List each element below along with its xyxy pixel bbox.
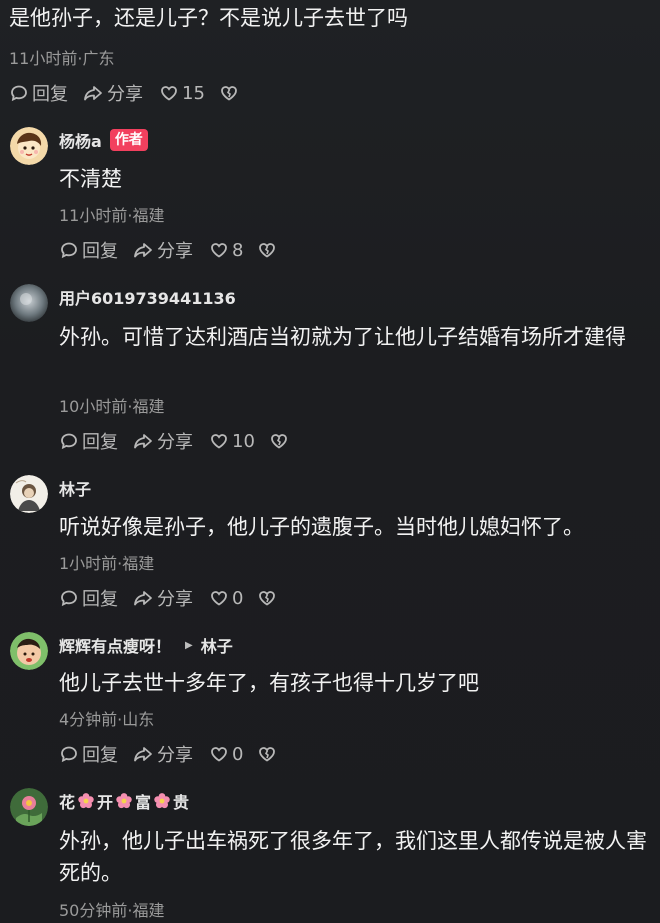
comment-author-row: 花 开 富 贵 [59, 788, 189, 814]
like-count: 15 [182, 82, 205, 104]
comment-meta: 4分钟前·山东 [59, 710, 155, 729]
like-button[interactable]: 8 [209, 240, 243, 261]
broken-heart-icon [221, 86, 237, 101]
comment-meta: 1小时前·福建 [59, 554, 155, 573]
comment-actions: 回复 分享 0 [59, 741, 277, 767]
reply-button[interactable]: 回复 [59, 585, 118, 611]
share-arrow-icon [134, 591, 152, 606]
like-button[interactable]: 0 [209, 744, 243, 765]
share-button[interactable]: 分享 [82, 80, 143, 106]
comment-bubble-icon [61, 746, 77, 763]
share-arrow-icon [134, 243, 152, 258]
avatar[interactable] [10, 788, 48, 826]
author-name-part[interactable]: 开 [97, 789, 113, 813]
pink-flower-icon [78, 793, 94, 809]
comment-bubble-icon [11, 85, 27, 102]
dislike-button[interactable] [257, 240, 277, 260]
reply-label: 回复 [32, 84, 68, 105]
comment-actions: 回复 分享 10 [59, 428, 289, 454]
comment-text: 是他孙子，还是儿子？不是说儿子去世了吗 [9, 6, 408, 30]
author-name-part[interactable]: 富 [135, 789, 151, 813]
comment-bubble-icon [61, 590, 77, 607]
comment-text: 不清楚 [59, 167, 122, 191]
author-name-part[interactable]: 花 [59, 789, 75, 813]
comment-bubble-icon [61, 242, 77, 259]
pink-flower-icon [116, 793, 132, 809]
share-button[interactable]: 分享 [132, 237, 193, 263]
like-count: 8 [232, 239, 244, 261]
heart-icon [211, 747, 227, 762]
like-count: 0 [232, 587, 244, 609]
reply-label: 回复 [82, 241, 118, 262]
avatar[interactable] [10, 475, 48, 513]
heart-icon [161, 86, 177, 101]
author-name[interactable]: 用户6019739441136 [59, 285, 236, 309]
comment-actions: 回复 分享 8 [59, 237, 277, 263]
share-button[interactable]: 分享 [132, 428, 193, 454]
like-button[interactable]: 15 [159, 83, 205, 104]
comment-meta: 50分钟前·福建 [59, 901, 165, 920]
heart-icon [211, 243, 227, 258]
like-count: 10 [232, 430, 255, 452]
comment-bubble-icon [61, 433, 77, 450]
reply-label: 回复 [82, 432, 118, 453]
reply-button[interactable]: 回复 [59, 741, 118, 767]
heart-icon [211, 591, 227, 606]
share-label: 分享 [157, 432, 193, 453]
share-label: 分享 [107, 84, 143, 105]
author-name-part[interactable]: 贵 [173, 789, 189, 813]
broken-heart-icon [271, 434, 287, 449]
comment-text: 听说好像是孙子，他儿子的遗腹子。当时他儿媳妇怀了。 [59, 515, 584, 539]
reply-button[interactable]: 回复 [59, 428, 118, 454]
heart-icon [211, 434, 227, 449]
reply-button[interactable]: 回复 [9, 80, 68, 106]
comment-author-row: 林子 [59, 475, 91, 501]
author-badge: 作者 [109, 129, 148, 151]
pink-flower-icon [154, 793, 170, 809]
comment-author-row: 辉辉有点瘦呀！ ▶ 林子 [59, 632, 233, 658]
dislike-button[interactable] [257, 744, 277, 764]
share-label: 分享 [157, 589, 193, 610]
author-name[interactable]: 林子 [59, 476, 91, 500]
share-label: 分享 [157, 745, 193, 766]
share-button[interactable]: 分享 [132, 585, 193, 611]
share-label: 分享 [157, 241, 193, 262]
like-button[interactable]: 0 [209, 588, 243, 609]
like-button[interactable]: 10 [209, 431, 255, 452]
avatar[interactable] [10, 284, 48, 322]
reply-label: 回复 [82, 745, 118, 766]
share-arrow-icon [134, 747, 152, 762]
reply-to-arrow-icon: ▶ [185, 639, 193, 651]
avatar[interactable] [10, 127, 48, 165]
comment-text: 外孙。可惜了达利酒店当初就为了让他儿子结婚有场所才建得 [59, 325, 626, 349]
share-arrow-icon [84, 86, 102, 101]
author-name[interactable]: 杨杨a [59, 128, 102, 152]
reply-label: 回复 [82, 589, 118, 610]
broken-heart-icon [259, 591, 276, 606]
reply-to-name[interactable]: 林子 [201, 633, 233, 657]
comment-actions: 回复 分享 15 [9, 80, 239, 106]
dislike-button[interactable] [257, 588, 277, 608]
comment-meta: 11小时前·广东 [9, 49, 115, 68]
share-arrow-icon [134, 434, 152, 449]
broken-heart-icon [259, 243, 276, 258]
dislike-button[interactable] [269, 431, 289, 451]
comment-text: 外孙，他儿子出车祸死了很多年了，我们这里人都传说是被人害死的。 [59, 829, 647, 885]
comment-text: 他儿子去世十多年了，有孩子也得十几岁了吧 [59, 671, 479, 695]
reply-button[interactable]: 回复 [59, 237, 118, 263]
dislike-button[interactable] [219, 83, 239, 103]
comment-meta: 11小时前·福建 [59, 206, 165, 225]
avatar[interactable] [10, 632, 48, 670]
comment-meta: 10小时前·福建 [59, 397, 165, 416]
share-button[interactable]: 分享 [132, 741, 193, 767]
broken-heart-icon [259, 747, 276, 762]
like-count: 0 [232, 743, 244, 765]
author-name[interactable]: 辉辉有点瘦呀！ [59, 633, 171, 657]
comment-author-row: 杨杨a 作者 [59, 127, 148, 153]
comment-actions: 回复 分享 0 [59, 585, 277, 611]
comment-author-row: 用户6019739441136 [59, 284, 236, 310]
